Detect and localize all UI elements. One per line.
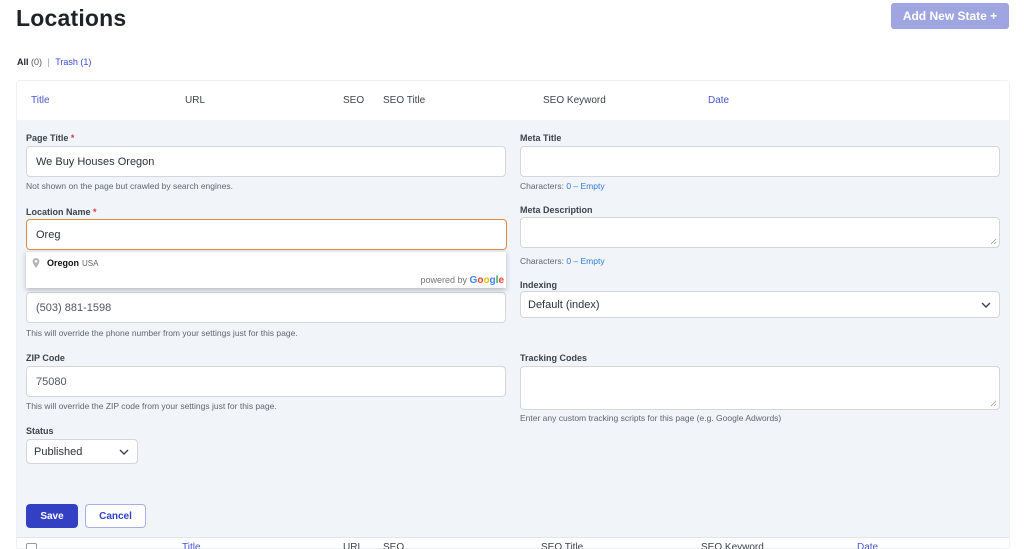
zip-code-input[interactable]: 75080 — [26, 366, 506, 397]
column-date[interactable]: Date — [708, 95, 729, 106]
footer-column-seo-keyword: SEO Keyword — [701, 542, 764, 549]
meta-title-char-count: Characters: 0 – Empty — [520, 181, 605, 191]
location-autocomplete-dropdown: Oreg on USA powered by Google — [26, 251, 506, 288]
page-title: Locations — [16, 5, 127, 31]
footer-column-title[interactable]: Title — [182, 542, 201, 549]
meta-description-label: Meta Description — [520, 205, 593, 215]
select-all-checkbox[interactable] — [26, 543, 37, 549]
cancel-button[interactable]: Cancel — [85, 504, 146, 528]
powered-by-google: powered by Google — [420, 275, 505, 286]
footer-column-url: URL — [343, 542, 364, 549]
save-button[interactable]: Save — [26, 504, 78, 528]
meta-description-textarea[interactable] — [520, 217, 1000, 248]
tracking-codes-label: Tracking Codes — [520, 353, 588, 363]
resize-handle-icon[interactable] — [990, 400, 997, 407]
page-title-help: Not shown on the page but crawled by sea… — [26, 181, 233, 191]
zip-code-label: ZIP Code — [26, 353, 65, 363]
page-title-label: Page Title * — [26, 133, 75, 143]
page-title-input[interactable]: We Buy Houses Oregon — [26, 146, 506, 177]
column-seo-keyword: SEO Keyword — [543, 95, 606, 106]
location-name-label: Location Name * — [26, 207, 97, 217]
meta-title-input[interactable] — [520, 146, 1000, 177]
column-seo: SEO — [343, 95, 365, 106]
add-new-state-button[interactable]: Add New State + — [891, 3, 1009, 29]
column-title[interactable]: Title — [31, 95, 50, 106]
zip-code-help: This will override the ZIP code from you… — [26, 401, 277, 411]
meta-description-char-count: Characters: 0 – Empty — [520, 256, 605, 266]
location-name-input[interactable]: Oreg — [26, 219, 507, 250]
phone-number-help: This will override the phone number from… — [26, 328, 298, 338]
table-footer-row: Title URL SEO SEO Title SEO Keyword Date — [17, 537, 1011, 549]
chevron-down-icon — [981, 302, 991, 308]
column-seo-title: SEO Title — [383, 95, 426, 106]
status-label: Status — [26, 426, 54, 436]
map-pin-icon — [32, 258, 40, 268]
tracking-codes-textarea[interactable] — [520, 366, 1000, 410]
tracking-codes-help: Enter any custom tracking scripts for th… — [520, 413, 782, 423]
google-logo: Google — [469, 275, 504, 286]
chevron-down-icon — [119, 449, 129, 455]
indexing-label: Indexing — [520, 280, 558, 290]
footer-column-date[interactable]: Date — [857, 542, 878, 549]
status-select[interactable]: Published — [26, 439, 138, 464]
filter-separator: | — [47, 57, 50, 67]
table-header: Title URL SEO SEO Title SEO Keyword Date — [17, 81, 1009, 120]
column-url: URL — [185, 95, 206, 106]
filter-trash[interactable]: Trash (1) — [55, 57, 91, 67]
autocomplete-suggestion[interactable]: Oreg on USA — [32, 258, 98, 268]
resize-handle-icon[interactable] — [990, 238, 997, 245]
meta-title-label: Meta Title — [520, 133, 562, 143]
footer-column-seo: SEO — [383, 542, 405, 549]
status-filters: All (0) | Trash (1) — [17, 57, 91, 67]
indexing-select[interactable]: Default (index) — [520, 291, 1000, 318]
filter-all[interactable]: All (0) — [17, 57, 42, 67]
phone-number-input[interactable]: (503) 881-1598 — [26, 292, 506, 323]
footer-column-seo-title: SEO Title — [541, 542, 584, 549]
